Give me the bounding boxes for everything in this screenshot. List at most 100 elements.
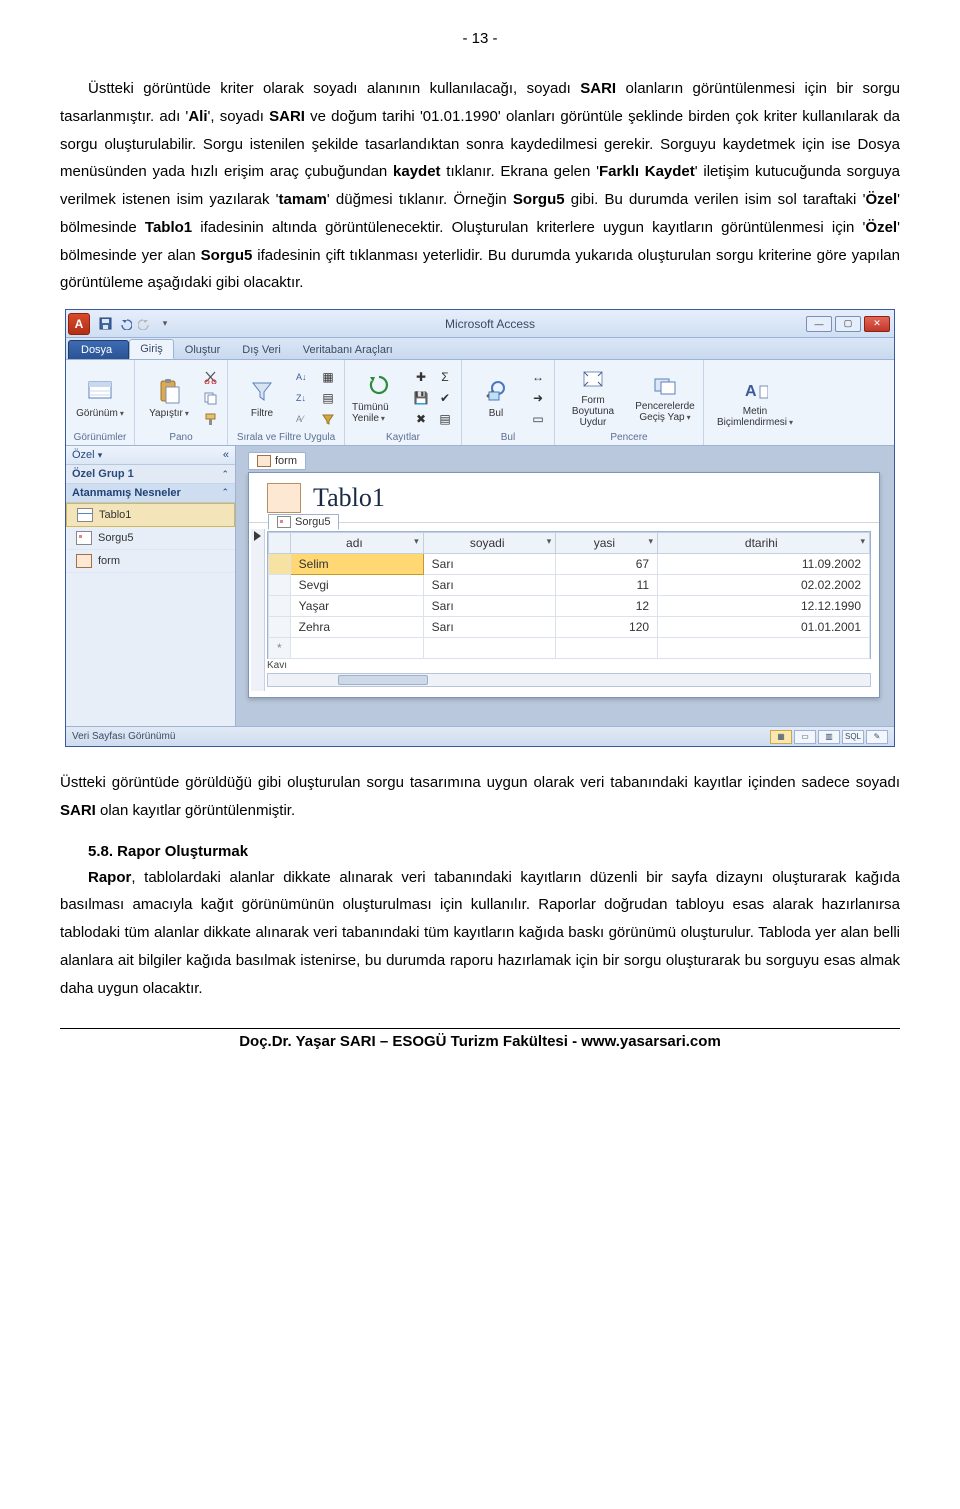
cell-adi[interactable]: Sevgi (290, 575, 423, 596)
column-header-soyadi[interactable]: soyadi▾ (423, 533, 556, 554)
datasheet-view-button[interactable]: ▦ (770, 730, 792, 744)
clear-sort-icon[interactable]: A⁄ (294, 410, 314, 428)
table-row[interactable]: Zehra Sarı 120 01.01.2001 (269, 617, 870, 638)
tab-external[interactable]: Dış Veri (231, 340, 292, 359)
cell-dtarihi[interactable]: 02.02.2002 (658, 575, 870, 596)
nav-collapse-icon[interactable]: « (223, 449, 229, 461)
cell-adi[interactable] (290, 638, 423, 659)
table-icon (77, 508, 93, 522)
view-button[interactable]: Görünüm▾ (72, 367, 128, 429)
row-selector[interactable] (269, 554, 291, 575)
replace-icon[interactable]: ↔ (528, 368, 548, 386)
cell-dtarihi[interactable]: 12.12.1990 (658, 596, 870, 617)
paste-button[interactable]: Yapıştır▾ (141, 367, 197, 429)
scrollbar-thumb[interactable] (338, 675, 428, 685)
cell-soyadi[interactable]: Sarı (423, 575, 556, 596)
goto-icon[interactable]: ➜ (528, 389, 548, 407)
tab-create[interactable]: Oluştur (174, 340, 231, 359)
toggle-filter-icon[interactable] (318, 410, 338, 428)
more-icon[interactable]: ▤ (435, 410, 455, 428)
horizontal-scrollbar[interactable] (267, 673, 871, 687)
page-number: - 13 - (60, 30, 900, 47)
row-selector-header[interactable] (269, 533, 291, 554)
app-menu-button[interactable]: A (68, 313, 90, 335)
new-record-row[interactable]: * (269, 638, 870, 659)
save-icon[interactable] (96, 315, 114, 333)
column-header-adi[interactable]: adı▾ (290, 533, 423, 554)
cell-yasi[interactable]: 120 (556, 617, 658, 638)
row-selector[interactable] (269, 617, 291, 638)
table-row[interactable]: Yaşar Sarı 12 12.12.1990 (269, 596, 870, 617)
nav-section-unassigned[interactable]: Atanmamış Nesneler ⌃ (66, 484, 235, 503)
selection-filter-icon[interactable]: ▦ (318, 368, 338, 386)
table-row[interactable]: Sevgi Sarı 11 02.02.2002 (269, 575, 870, 596)
design-view-button[interactable]: ✎ (866, 730, 888, 744)
cell-soyadi[interactable]: Sarı (423, 554, 556, 575)
layout-view-button[interactable]: ▥ (818, 730, 840, 744)
paragraph-2: Üstteki görüntüde görüldüğü gibi oluştur… (60, 769, 900, 825)
spelling-icon[interactable]: ✔ (435, 389, 455, 407)
undo-icon[interactable] (116, 315, 134, 333)
titlebar: A ▾ Microsoft Access — ▢ ✕ (66, 310, 894, 338)
refresh-all-button[interactable]: Tümünü Yenile▾ (351, 367, 407, 429)
table-row[interactable]: Selim Sarı 67 11.09.2002 (269, 554, 870, 575)
form-view-button[interactable]: ▭ (794, 730, 816, 744)
close-button[interactable]: ✕ (864, 316, 890, 332)
cell-dtarihi[interactable]: 11.09.2002 (658, 554, 870, 575)
select-icon[interactable]: ▭ (528, 410, 548, 428)
advanced-filter-icon[interactable]: ▤ (318, 389, 338, 407)
file-tab[interactable]: Dosya (68, 340, 129, 359)
sort-asc-icon[interactable]: A↓ (294, 368, 314, 386)
cell-yasi[interactable]: 11 (556, 575, 658, 596)
quick-access-toolbar: ▾ (96, 315, 174, 333)
save-record-icon[interactable]: 💾 (411, 389, 431, 407)
cell-yasi[interactable]: 12 (556, 596, 658, 617)
tab-home[interactable]: Giriş (129, 339, 174, 359)
delete-record-icon[interactable]: ✖ (411, 410, 431, 428)
tab-dbtools[interactable]: Veritabanı Araçları (292, 340, 404, 359)
document-tab[interactable]: form (248, 452, 306, 470)
sort-desc-icon[interactable]: Z↓ (294, 389, 314, 407)
row-selector[interactable] (269, 596, 291, 617)
subform-tab[interactable]: Sorgu5 (268, 514, 339, 530)
row-selector[interactable] (269, 575, 291, 596)
sql-view-button[interactable]: SQL (842, 730, 864, 744)
maximize-button[interactable]: ▢ (835, 316, 861, 332)
nav-item-label: form (98, 555, 120, 567)
find-button[interactable]: Bul (468, 367, 524, 429)
minimize-button[interactable]: — (806, 316, 832, 332)
nav-item-tablo1[interactable]: Tablo1 (66, 503, 235, 527)
cell-yasi[interactable] (556, 638, 658, 659)
format-painter-icon[interactable] (201, 410, 221, 428)
copy-icon[interactable] (201, 389, 221, 407)
redo-icon[interactable] (136, 315, 154, 333)
filter-button[interactable]: Filtre (234, 367, 290, 429)
cell-adi[interactable]: Yaşar (290, 596, 423, 617)
cell-dtarihi[interactable] (658, 638, 870, 659)
nav-item-sorgu5[interactable]: Sorgu5 (66, 527, 235, 550)
cut-icon[interactable] (201, 368, 221, 386)
nav-header[interactable]: Özel ▾ « (66, 446, 235, 465)
record-nav-label: Kavı (267, 660, 287, 671)
fit-form-button[interactable]: Form Boyutuna Uydur (561, 367, 625, 428)
cell-dtarihi[interactable]: 01.01.2001 (658, 617, 870, 638)
nav-group-1[interactable]: Özel Grup 1⌃ (66, 465, 235, 484)
column-header-yasi[interactable]: yasi▾ (556, 533, 658, 554)
form-icon (76, 554, 92, 568)
cell-soyadi[interactable] (423, 638, 556, 659)
totals-icon[interactable]: Σ (435, 368, 455, 386)
cell-yasi[interactable]: 67 (556, 554, 658, 575)
column-header-dtarihi[interactable]: dtarihi▾ (658, 533, 870, 554)
cell-soyadi[interactable]: Sarı (423, 596, 556, 617)
nav-item-form[interactable]: form (66, 550, 235, 573)
new-record-icon[interactable]: ✚ (411, 368, 431, 386)
text-format-button[interactable]: A Metin Biçimlendirmesi▾ (710, 378, 800, 428)
find-icon (482, 377, 510, 405)
group-clipboard: Pano (141, 431, 221, 443)
cell-soyadi[interactable]: Sarı (423, 617, 556, 638)
cell-adi[interactable]: Selim (290, 554, 423, 575)
switch-windows-button[interactable]: Pencerelerde Geçiş Yap▾ (633, 373, 697, 423)
qat-customize-icon[interactable]: ▾ (156, 315, 174, 333)
record-selector[interactable] (251, 529, 265, 691)
cell-adi[interactable]: Zehra (290, 617, 423, 638)
